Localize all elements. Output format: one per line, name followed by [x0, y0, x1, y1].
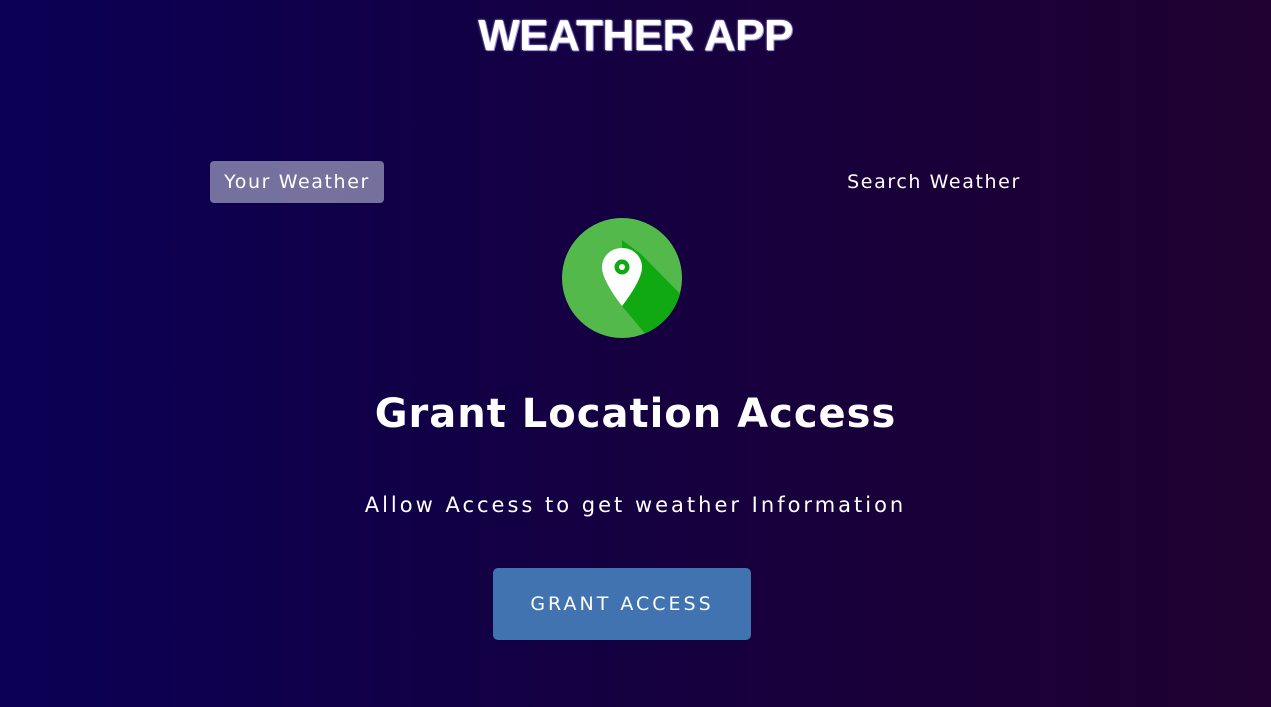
app-title: WEATHER APP — [478, 11, 793, 60]
grant-description: Allow Access to get weather Information — [364, 493, 907, 517]
location-pin-icon — [562, 218, 682, 338]
grant-access-button[interactable]: GRANT ACCESS — [493, 568, 751, 640]
grant-heading: Grant Location Access — [374, 391, 897, 437]
tab-your-weather[interactable]: Your Weather — [210, 161, 384, 203]
tab-search-weather[interactable]: Search Weather — [835, 161, 1033, 203]
